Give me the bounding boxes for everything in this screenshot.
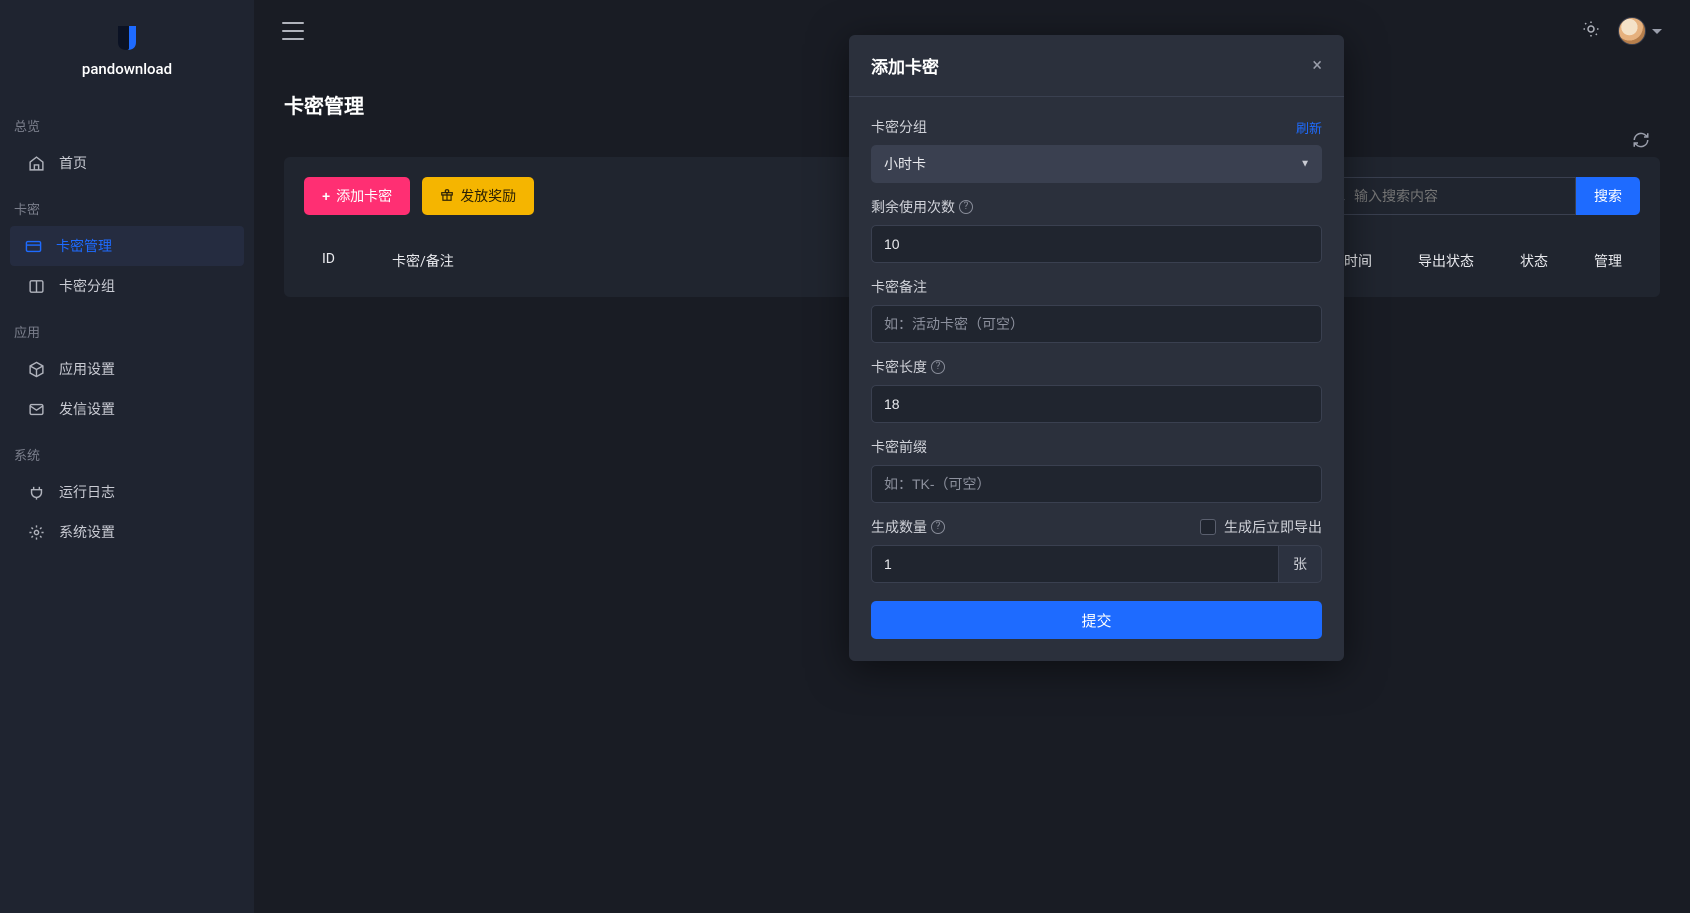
remain-input[interactable] xyxy=(871,225,1322,263)
col-id: ID xyxy=(310,245,380,277)
sidebar-item-card-group[interactable]: 卡密分组 xyxy=(0,266,254,306)
cube-icon xyxy=(27,360,45,378)
label-length: 卡密长度 ? xyxy=(871,357,945,377)
nav-section-overview: 总览 xyxy=(0,106,254,143)
note-input[interactable] xyxy=(871,305,1322,343)
label-note: 卡密备注 xyxy=(871,277,927,297)
nav-section-system: 系统 xyxy=(0,435,254,472)
help-icon[interactable]: ? xyxy=(931,520,945,534)
menu-toggle-icon[interactable] xyxy=(282,22,304,40)
sidebar-item-label: 系统设置 xyxy=(59,522,115,542)
sidebar-item-mail-settings[interactable]: 发信设置 xyxy=(0,389,254,429)
table-refresh-icon[interactable] xyxy=(1632,131,1650,153)
col-state: 状态 xyxy=(1508,245,1560,277)
columns-icon xyxy=(27,277,45,295)
user-menu[interactable] xyxy=(1618,17,1662,45)
group-select[interactable]: 小时卡 xyxy=(871,145,1322,183)
reward-button[interactable]: 发放奖励 xyxy=(422,177,534,215)
close-icon[interactable]: × xyxy=(1312,55,1322,76)
checkbox-icon xyxy=(1200,519,1216,535)
search-input[interactable] xyxy=(1354,188,1565,204)
col-manage: 管理 xyxy=(1582,245,1634,277)
nav-section-card: 卡密 xyxy=(0,189,254,226)
help-icon[interactable]: ? xyxy=(959,200,973,214)
mail-icon xyxy=(27,400,45,418)
sidebar-item-label: 卡密管理 xyxy=(56,236,112,256)
label-count: 生成数量 ? xyxy=(871,517,945,537)
brand-name: pandownload xyxy=(82,60,172,78)
add-card-modal: 添加卡密 × 卡密分组 刷新 小时卡 ▼ xyxy=(849,35,1344,661)
sidebar-item-system-settings[interactable]: 系统设置 xyxy=(0,512,254,552)
label-prefix: 卡密前缀 xyxy=(871,437,927,457)
gift-icon xyxy=(440,188,454,205)
sidebar-item-app-settings[interactable]: 应用设置 xyxy=(0,349,254,389)
sidebar-item-label: 应用设置 xyxy=(59,359,115,379)
sidebar: pandownload 总览 首页 卡密 卡密管理 xyxy=(0,0,254,913)
label-remain: 剩余使用次数 ? xyxy=(871,197,973,217)
export-now-checkbox[interactable]: 生成后立即导出 xyxy=(1200,517,1322,537)
count-unit: 张 xyxy=(1279,545,1322,583)
theme-toggle-icon[interactable] xyxy=(1582,20,1600,42)
checkbox-label: 生成后立即导出 xyxy=(1224,517,1322,537)
card-icon xyxy=(24,237,42,255)
label-group: 卡密分组 xyxy=(871,117,927,137)
sidebar-item-label: 运行日志 xyxy=(59,482,115,502)
logo-icon xyxy=(114,24,140,52)
refresh-groups-link[interactable]: 刷新 xyxy=(1296,118,1322,137)
search-box[interactable] xyxy=(1320,177,1576,215)
submit-button[interactable]: 提交 xyxy=(871,601,1322,639)
sidebar-item-logs[interactable]: 运行日志 xyxy=(0,472,254,512)
nav-section-app: 应用 xyxy=(0,312,254,349)
count-input[interactable] xyxy=(871,545,1279,583)
avatar xyxy=(1618,17,1646,45)
length-input[interactable] xyxy=(871,385,1322,423)
plus-icon: + xyxy=(322,188,330,204)
gear-icon xyxy=(27,523,45,541)
sidebar-item-home[interactable]: 首页 xyxy=(0,143,254,183)
sidebar-item-card-manage[interactable]: 卡密管理 xyxy=(10,226,244,266)
modal-title: 添加卡密 xyxy=(871,53,939,78)
add-card-button[interactable]: + 添加卡密 xyxy=(304,177,410,215)
home-icon xyxy=(27,154,45,172)
button-label: 添加卡密 xyxy=(336,186,392,206)
button-label: 发放奖励 xyxy=(460,186,516,206)
prefix-input[interactable] xyxy=(871,465,1322,503)
sidebar-item-label: 卡密分组 xyxy=(59,276,115,296)
chevron-down-icon xyxy=(1652,29,1662,34)
search-button[interactable]: 搜索 xyxy=(1576,177,1640,215)
col-export-state: 导出状态 xyxy=(1406,245,1486,277)
sidebar-item-label: 首页 xyxy=(59,153,87,173)
plug-icon xyxy=(27,483,45,501)
help-icon[interactable]: ? xyxy=(931,360,945,374)
brand-logo[interactable]: pandownload xyxy=(0,18,254,100)
sidebar-item-label: 发信设置 xyxy=(59,399,115,419)
